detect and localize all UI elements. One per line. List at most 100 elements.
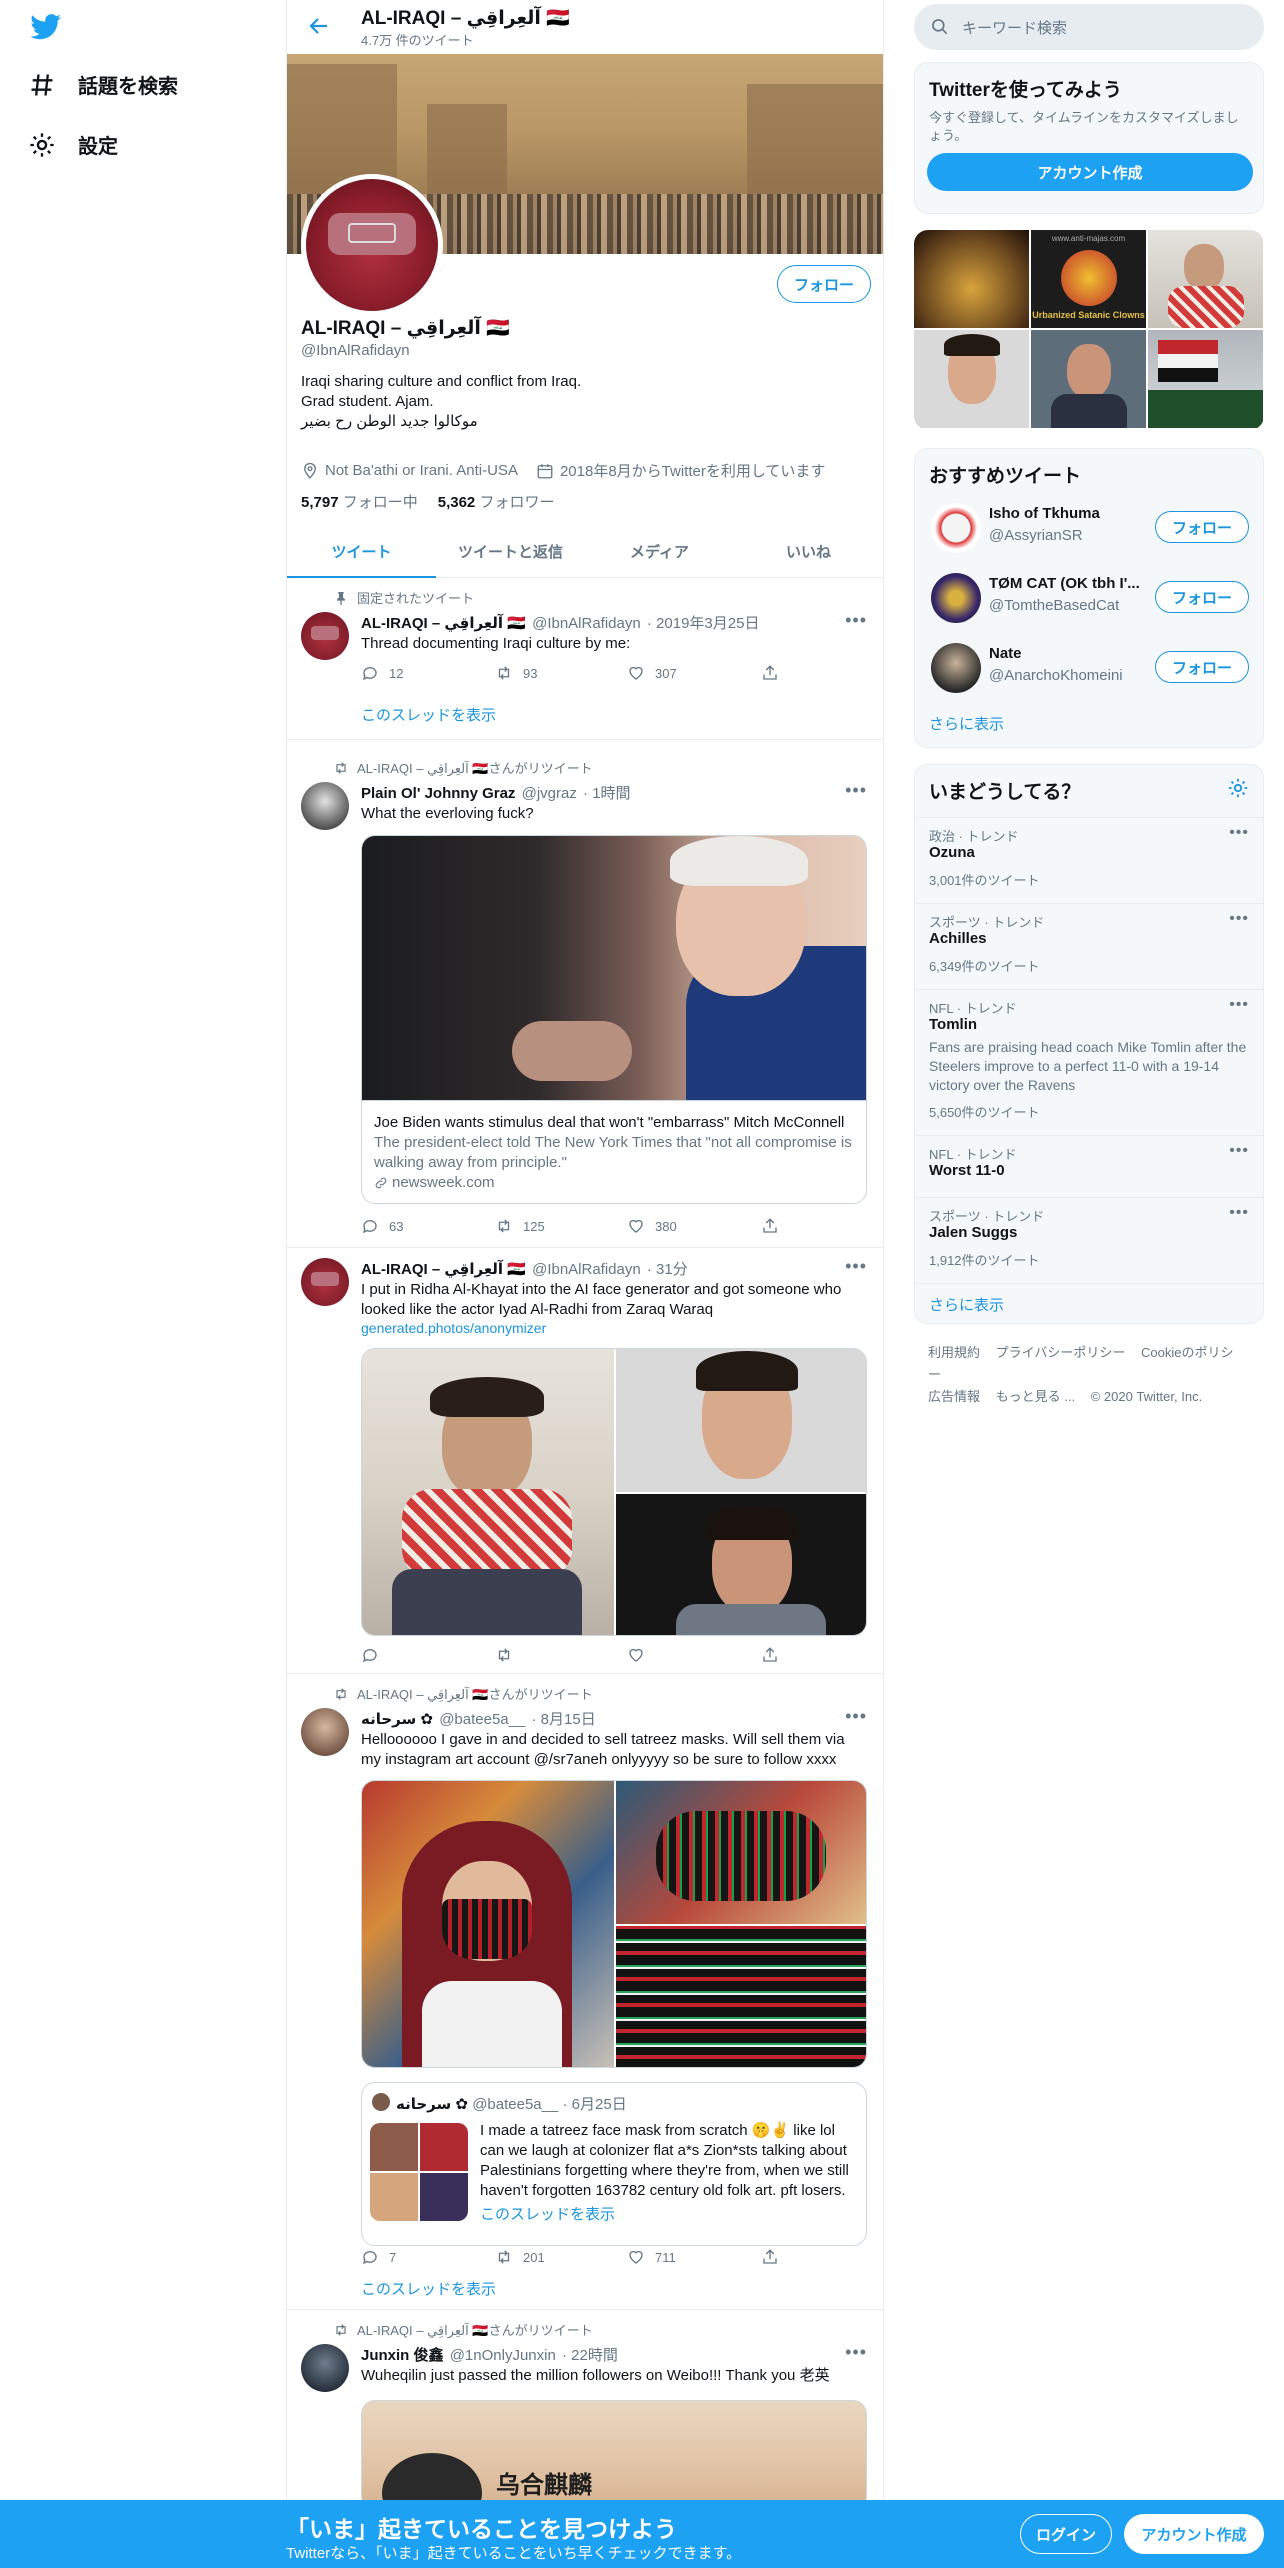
footer-more-link[interactable]: もっと見る ... (996, 1389, 1075, 1404)
trends-show-more-link[interactable]: さらに表示 (929, 1294, 1004, 1315)
author-handle[interactable]: @batee5a__ (439, 1711, 525, 1728)
author-name[interactable]: Junxin 俊鑫 (361, 2347, 444, 2364)
tweet-time[interactable]: · 31分 (647, 1261, 688, 1278)
grid-photo[interactable] (1031, 330, 1146, 428)
footer-terms-link[interactable]: 利用規約 (928, 1345, 980, 1360)
recommended-user[interactable]: TØM CAT (OK tbh I'... @TomtheBasedCat フォ… (915, 563, 1263, 633)
media-image[interactable]: 乌合麒麟 (361, 2400, 867, 2510)
retweet-button[interactable] (495, 1646, 513, 1664)
media-photo-face-1[interactable] (616, 1349, 866, 1492)
media-photo-face-2[interactable] (616, 1494, 866, 1635)
link-card[interactable]: Joe Biden wants stimulus deal that won't… (361, 835, 867, 1204)
reply-button[interactable] (361, 1646, 379, 1664)
trend-item[interactable]: NFL · トレンド ••• Worst 11-0 (915, 1135, 1263, 1197)
tab-tweets-and-replies[interactable]: ツイートと返信 (436, 530, 585, 577)
media-photo-mask-closeup[interactable] (616, 1781, 866, 1924)
trend-item[interactable]: スポーツ · トレンド ••• Jalen Suggs 1,912件のツイート (915, 1197, 1263, 1283)
like-button[interactable]: 380 (627, 1217, 677, 1235)
rec-show-more-link[interactable]: さらに表示 (929, 713, 1004, 734)
more-icon[interactable]: ••• (845, 1256, 867, 1277)
author-handle[interactable]: @1nOnlyJunxin (450, 2347, 556, 2364)
media-photo-scarf-man[interactable] (362, 1349, 614, 1635)
profile-avatar[interactable] (301, 174, 443, 316)
nav-explore[interactable]: 話題を検索 (28, 70, 178, 99)
author-name[interactable]: سرحانه ✿ (361, 1711, 433, 1728)
avatar[interactable] (301, 2344, 349, 2392)
tweet-link[interactable]: generated.photos/anonymizer (361, 1318, 867, 1338)
tab-tweets[interactable]: ツイート (287, 530, 436, 578)
followers-link[interactable]: 5,362 フォロワー (438, 491, 555, 512)
author-handle[interactable]: @IbnAlRafidayn (532, 1261, 641, 1278)
share-button[interactable] (761, 664, 779, 682)
signup-button[interactable]: アカウント作成 (927, 153, 1253, 191)
follow-button[interactable]: フォロー (777, 265, 871, 303)
tweet-time[interactable]: · 22時間 (562, 2347, 618, 2364)
show-thread-link[interactable]: このスレッドを表示 (361, 704, 496, 725)
share-button[interactable] (761, 1217, 779, 1235)
like-button[interactable]: 711 (627, 2248, 676, 2266)
grid-photo[interactable] (914, 230, 1029, 328)
author-handle[interactable]: @IbnAlRafidayn (532, 615, 641, 632)
recommended-user[interactable]: Nate @AnarchoKhomeini フォロー (915, 633, 1263, 703)
show-thread-link[interactable]: このスレッドを表示 (361, 2278, 496, 2299)
rec-follow-button[interactable]: フォロー (1155, 511, 1249, 543)
author-name[interactable]: AL-IRAQI – آلعِراقِي 🇮🇶 (361, 1261, 526, 1278)
more-icon[interactable]: ••• (1229, 996, 1249, 1014)
more-icon[interactable]: ••• (845, 610, 867, 631)
avatar[interactable] (301, 612, 349, 660)
more-icon[interactable]: ••• (1229, 824, 1249, 842)
author-name[interactable]: AL-IRAQI – آلعِراقِي 🇮🇶 (361, 615, 526, 632)
grid-photo[interactable]: www.anti-majas.com Urbanized Satanic Clo… (1031, 230, 1146, 328)
tweet-pinned[interactable]: 固定されたツイート AL-IRAQI – آلعِراقِي 🇮🇶 @IbnAl… (287, 578, 883, 740)
author-name[interactable]: Plain Ol' Johnny Graz (361, 785, 515, 802)
twitter-logo-icon[interactable] (30, 14, 62, 40)
tweet-time[interactable]: · 1時間 (583, 785, 631, 802)
more-icon[interactable]: ••• (1229, 910, 1249, 928)
search-input[interactable]: キーワード検索 (914, 4, 1264, 50)
more-icon[interactable]: ••• (845, 780, 867, 801)
tab-media[interactable]: メディア (585, 530, 734, 577)
grid-photo[interactable] (1148, 330, 1263, 428)
share-button[interactable] (761, 2248, 779, 2266)
trends-show-more[interactable]: さらに表示 (915, 1283, 1263, 1325)
tab-likes[interactable]: いいね (734, 530, 883, 577)
tweet-retweet-johnny[interactable]: AL-IRAQI – آلعِراقِي 🇮🇶さんがリツイート Plain Ol… (287, 740, 883, 1248)
bottom-signup-button[interactable]: アカウント作成 (1124, 2514, 1264, 2554)
share-button[interactable] (761, 1646, 779, 1664)
following-link[interactable]: 5,797 フォロー中 (301, 491, 418, 512)
retweet-button[interactable]: 201 (495, 2248, 545, 2266)
quoted-tweet[interactable]: سرحانه ✿ @batee5a__ · 6月25日 I made a tat… (361, 2082, 867, 2246)
rec-follow-button[interactable]: フォロー (1155, 651, 1249, 683)
media-photo-mask-woman[interactable] (362, 1781, 614, 2067)
quote-show-thread-link[interactable]: このスレッドを表示 (480, 2203, 615, 2224)
tweet-retweet-batee[interactable]: AL-IRAQI – آلعِراقِي 🇮🇶さんがリツイート سرحانه ✿… (287, 1674, 883, 2310)
more-icon[interactable]: ••• (1229, 1204, 1249, 1222)
author-handle[interactable]: @jvgraz (522, 785, 577, 802)
more-icon[interactable]: ••• (845, 2342, 867, 2363)
tweet-ai-face[interactable]: AL-IRAQI – آلعِراقِي 🇮🇶 @IbnAlRafidayn ·… (287, 1248, 883, 1674)
avatar[interactable] (301, 1708, 349, 1756)
trend-item[interactable]: NFL · トレンド ••• Tomlin Fans are praising … (915, 989, 1263, 1135)
reply-button[interactable]: 7 (361, 2248, 396, 2266)
like-button[interactable] (627, 1646, 645, 1664)
recommended-user[interactable]: Isho of Tkhuma @AssyrianSR フォロー (915, 493, 1263, 563)
retweet-button[interactable]: 93 (495, 664, 537, 682)
login-button[interactable]: ログイン (1020, 2514, 1112, 2554)
tweet-retweet-junxin[interactable]: AL-IRAQI – آلعِراقِي 🇮🇶さんがリツイート Junxin 俊… (287, 2310, 883, 2510)
avatar[interactable] (301, 1258, 349, 1306)
back-arrow-icon[interactable] (307, 14, 331, 38)
footer-privacy-link[interactable]: プライバシーポリシー (996, 1345, 1126, 1360)
tweet-time[interactable]: · 2019年3月25日 (647, 615, 760, 632)
gear-icon[interactable] (1227, 777, 1249, 799)
retweet-button[interactable]: 125 (495, 1217, 545, 1235)
avatar[interactable] (301, 782, 349, 830)
more-icon[interactable]: ••• (845, 1706, 867, 1727)
reply-button[interactable]: 12 (361, 664, 403, 682)
reply-button[interactable]: 63 (361, 1217, 403, 1235)
nav-settings[interactable]: 設定 (28, 130, 118, 159)
media-photo-masks[interactable] (616, 1926, 866, 2067)
grid-photo[interactable] (914, 330, 1029, 428)
trend-item[interactable]: スポーツ · トレンド ••• Achilles 6,349件のツイート (915, 903, 1263, 989)
trend-item[interactable]: 政治 · トレンド ••• Ozuna 3,001件のツイート (915, 817, 1263, 903)
footer-ads-link[interactable]: 広告情報 (928, 1389, 980, 1404)
